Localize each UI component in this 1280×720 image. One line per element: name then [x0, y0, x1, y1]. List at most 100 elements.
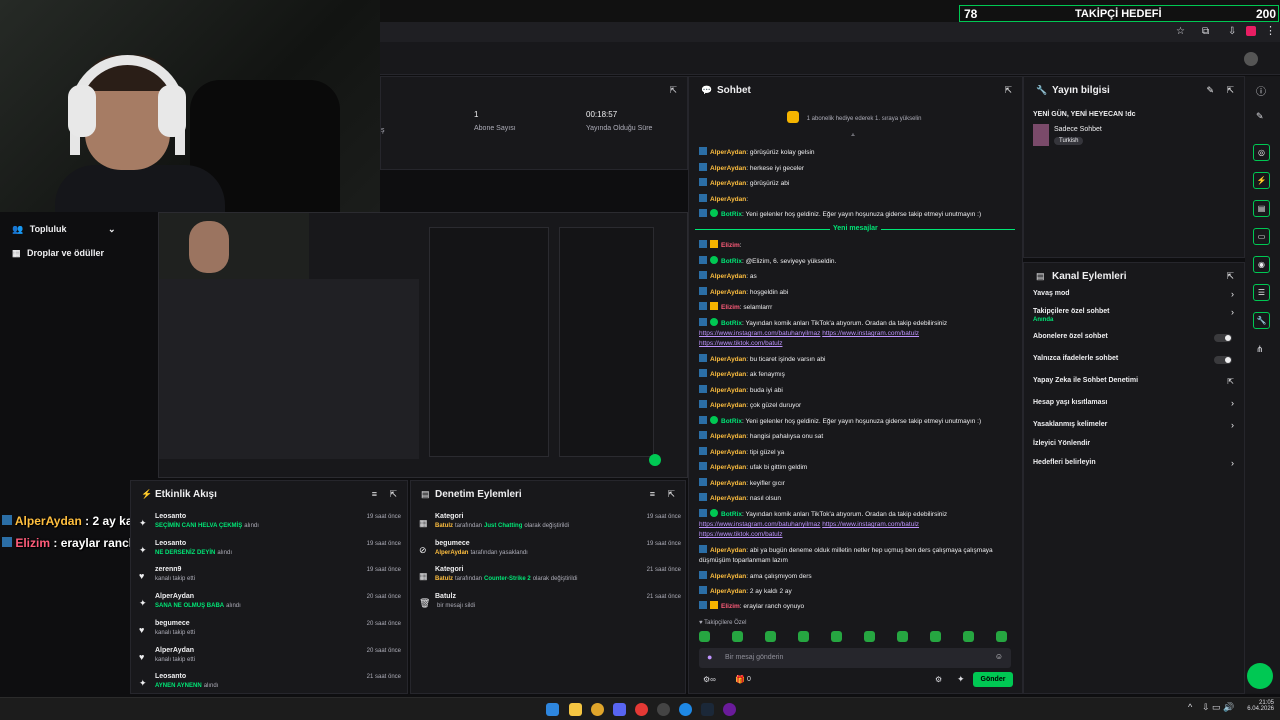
activity-row[interactable]: ✦ Leosanto SEÇİMİN CANI HELVA ÇEKMİŞ alındı… — [139, 513, 401, 537]
popout-icon[interactable]: ⇱ — [1004, 85, 1012, 96]
sidebar-item-drops[interactable]: ▦ Droplar ve ödüller — [12, 248, 104, 259]
edge-icon[interactable] — [679, 703, 692, 716]
chat-username[interactable]: AlperAydan — [710, 402, 746, 409]
tiktok-link[interactable]: https://www.tiktok.com/batulz — [699, 340, 782, 347]
chat-username[interactable]: AlperAydan — [710, 289, 746, 296]
chat-message[interactable]: AlperAydan: görüşürüz abi — [699, 178, 1014, 188]
chat-username[interactable]: BotRix — [721, 320, 742, 327]
channel-action-item[interactable]: Takipçilere özel sohbet Anında › — [1024, 307, 1246, 324]
channel-action-item[interactable]: Yalnızca ifadelerle sohbet — [1024, 355, 1246, 371]
activity-row[interactable]: ♥ AlperAydan kanalı takip etti 20 saat önce — [139, 647, 401, 671]
chat-message[interactable]: AlperAydan: buda iyi abi — [699, 385, 1014, 395]
emote-icon[interactable] — [864, 631, 875, 642]
chat-username[interactable]: Elizim — [721, 242, 740, 249]
channel-action-item[interactable]: Hedefleri belirleyin › — [1024, 458, 1246, 475]
chat-username[interactable]: AlperAydan — [710, 464, 746, 471]
channel-action-item[interactable]: Hesap yaşı kısıtlaması › — [1024, 398, 1246, 415]
chat-message[interactable]: AlperAydan: tipi güzel ya — [699, 447, 1014, 457]
popout-icon[interactable]: ⇱ — [1226, 85, 1234, 96]
chat-message[interactable]: AlperAydan: ufak bi gittim geldim — [699, 462, 1014, 472]
chat-username[interactable]: AlperAydan — [710, 273, 746, 280]
toggle-switch[interactable] — [1214, 334, 1232, 342]
info-icon[interactable]: ⓘ — [1256, 83, 1266, 98]
emote-icon[interactable] — [798, 631, 809, 642]
gift-icon[interactable]: 🎁 — [735, 675, 745, 684]
broadcast-icon[interactable]: ◉ — [1253, 256, 1270, 273]
emote-icon[interactable] — [930, 631, 941, 642]
chat-message[interactable]: Elizim: — [699, 240, 1014, 250]
moderation-row[interactable]: ⊘ begumece AlperAydan tarafından yasaklandı… — [419, 540, 681, 564]
channel-action-item[interactable]: Yasaklanmış kelimeler › — [1024, 420, 1246, 437]
chat-message[interactable]: BotRix: Yayından komik anları TikTok'a a… — [699, 509, 1014, 539]
share-icon[interactable]: ⋔ — [1256, 344, 1264, 355]
chat-message[interactable]: AlperAydan: nasıl olsun — [699, 493, 1014, 503]
steam-icon[interactable] — [701, 703, 714, 716]
channel-action-item[interactable]: Yapay Zeka ile Sohbet Denetimi ⇱ — [1024, 377, 1246, 393]
stream-preview[interactable] — [158, 212, 688, 478]
start-icon[interactable] — [546, 703, 559, 716]
chat-username[interactable]: AlperAydan — [710, 165, 746, 172]
popout-icon[interactable]: ⇱ — [1226, 271, 1234, 282]
filter-icon[interactable]: ≡ — [372, 489, 377, 499]
instagram-link[interactable]: https://www.instagram.com/batuhanyilmaz — [699, 330, 820, 337]
support-chat-button[interactable] — [1247, 663, 1273, 689]
chat-username[interactable]: Elizim — [721, 603, 740, 610]
edit-icon[interactable]: ✎ — [1206, 85, 1214, 96]
instagram-link[interactable]: https://www.instagram.com/batulz — [822, 330, 919, 337]
pencil-icon[interactable]: ✎ — [1256, 111, 1264, 122]
chat-username[interactable]: AlperAydan — [710, 573, 746, 580]
chat-username[interactable]: AlperAydan — [710, 449, 746, 456]
moderation-row[interactable]: 🗑 Batulz bir mesajı sildi 21 saat önce — [419, 593, 681, 617]
clock[interactable]: 21:05 6.04.2026 — [1244, 700, 1274, 712]
chat-message[interactable]: BotRix: Yeni gelenler hoş geldiniz. Eğer… — [699, 209, 1014, 219]
chat-username[interactable]: AlperAydan — [710, 180, 746, 187]
browser-address-bar[interactable]: ☆ ⧉ ⇩ ⋮ — [380, 22, 1280, 42]
popout-icon[interactable]: ⇱ — [669, 85, 677, 96]
chat-message[interactable]: BotRix: Yayından komik anları TikTok'a a… — [699, 318, 1014, 348]
channel-action-item[interactable]: Yavaş mod › — [1024, 289, 1246, 306]
chat-icon[interactable]: ▭ — [1253, 228, 1270, 245]
chat-message[interactable]: Elizim: selamlarrr — [699, 302, 1014, 312]
chat-username[interactable]: AlperAydan — [710, 387, 746, 394]
tag-badge[interactable]: Turkish — [1054, 137, 1084, 145]
chat-message[interactable]: Elizim: eraylar ranch oynuyo — [699, 601, 1014, 611]
chat-username[interactable]: AlperAydan — [710, 149, 746, 156]
chat-username[interactable]: AlperAydan — [710, 547, 746, 554]
opera-icon[interactable] — [635, 703, 648, 716]
chat-message[interactable]: BotRix: @Elizim, 6. seviyeye yükseldin. — [699, 256, 1014, 266]
chrome-icon[interactable] — [591, 703, 604, 716]
emote-icon[interactable] — [831, 631, 842, 642]
chat-username[interactable]: AlperAydan — [710, 371, 746, 378]
chat-message[interactable]: AlperAydan: abi ya bugün deneme olduk mi… — [699, 545, 1014, 565]
chat-username[interactable]: AlperAydan — [710, 356, 746, 363]
clipboard-icon[interactable]: ▤ — [1253, 200, 1270, 217]
chat-username[interactable]: BotRix — [721, 418, 742, 425]
avatar[interactable] — [1244, 52, 1258, 66]
channel-action-item[interactable]: İzleyici Yönlendir — [1024, 440, 1246, 456]
activity-row[interactable]: ♥ begumece kanalı takip etti 20 saat önce — [139, 620, 401, 644]
emote-icon[interactable] — [765, 631, 776, 642]
chat-message[interactable]: AlperAydan: ama çalışmıyom ders — [699, 571, 1014, 581]
activity-row[interactable]: ✦ Leosanto AYNEN AYNENN alındı 21 saat önce — [139, 673, 401, 697]
chat-username[interactable]: BotRix — [721, 258, 742, 265]
emoji-icon[interactable]: ☺ — [995, 652, 1003, 661]
chat-message[interactable]: AlperAydan: görüşürüz kolay gelsin — [699, 147, 1014, 157]
obs-icon[interactable] — [657, 703, 670, 716]
tray-chevron-icon[interactable]: ^ — [1188, 702, 1192, 712]
chat-input[interactable]: ● Bir mesaj gönderin ☺ — [699, 648, 1011, 668]
file-explorer-icon[interactable] — [569, 703, 582, 716]
mod-tools-icon[interactable]: ✦ — [957, 674, 965, 685]
chat-username[interactable]: AlperAydan — [710, 480, 746, 487]
download-icon[interactable]: ⇩ — [1228, 26, 1236, 37]
activity-row[interactable]: ✦ Leosanto NE DERSENİZ DEYİN alındı 19 saat … — [139, 540, 401, 564]
emote-icon[interactable] — [732, 631, 743, 642]
chat-username[interactable]: AlperAydan — [710, 588, 746, 595]
tray-icons[interactable]: ⇩ ▭ 🔊 — [1202, 702, 1234, 713]
popout-icon[interactable]: ⇱ — [667, 489, 675, 500]
chat-username[interactable]: BotRix — [721, 211, 742, 218]
discord-icon[interactable] — [613, 703, 626, 716]
star-icon[interactable]: ☆ — [1176, 26, 1185, 37]
emote-icon[interactable] — [897, 631, 908, 642]
chat-username[interactable]: AlperAydan — [710, 196, 746, 203]
chat-message[interactable]: AlperAydan: herkese iyi geceler — [699, 163, 1014, 173]
